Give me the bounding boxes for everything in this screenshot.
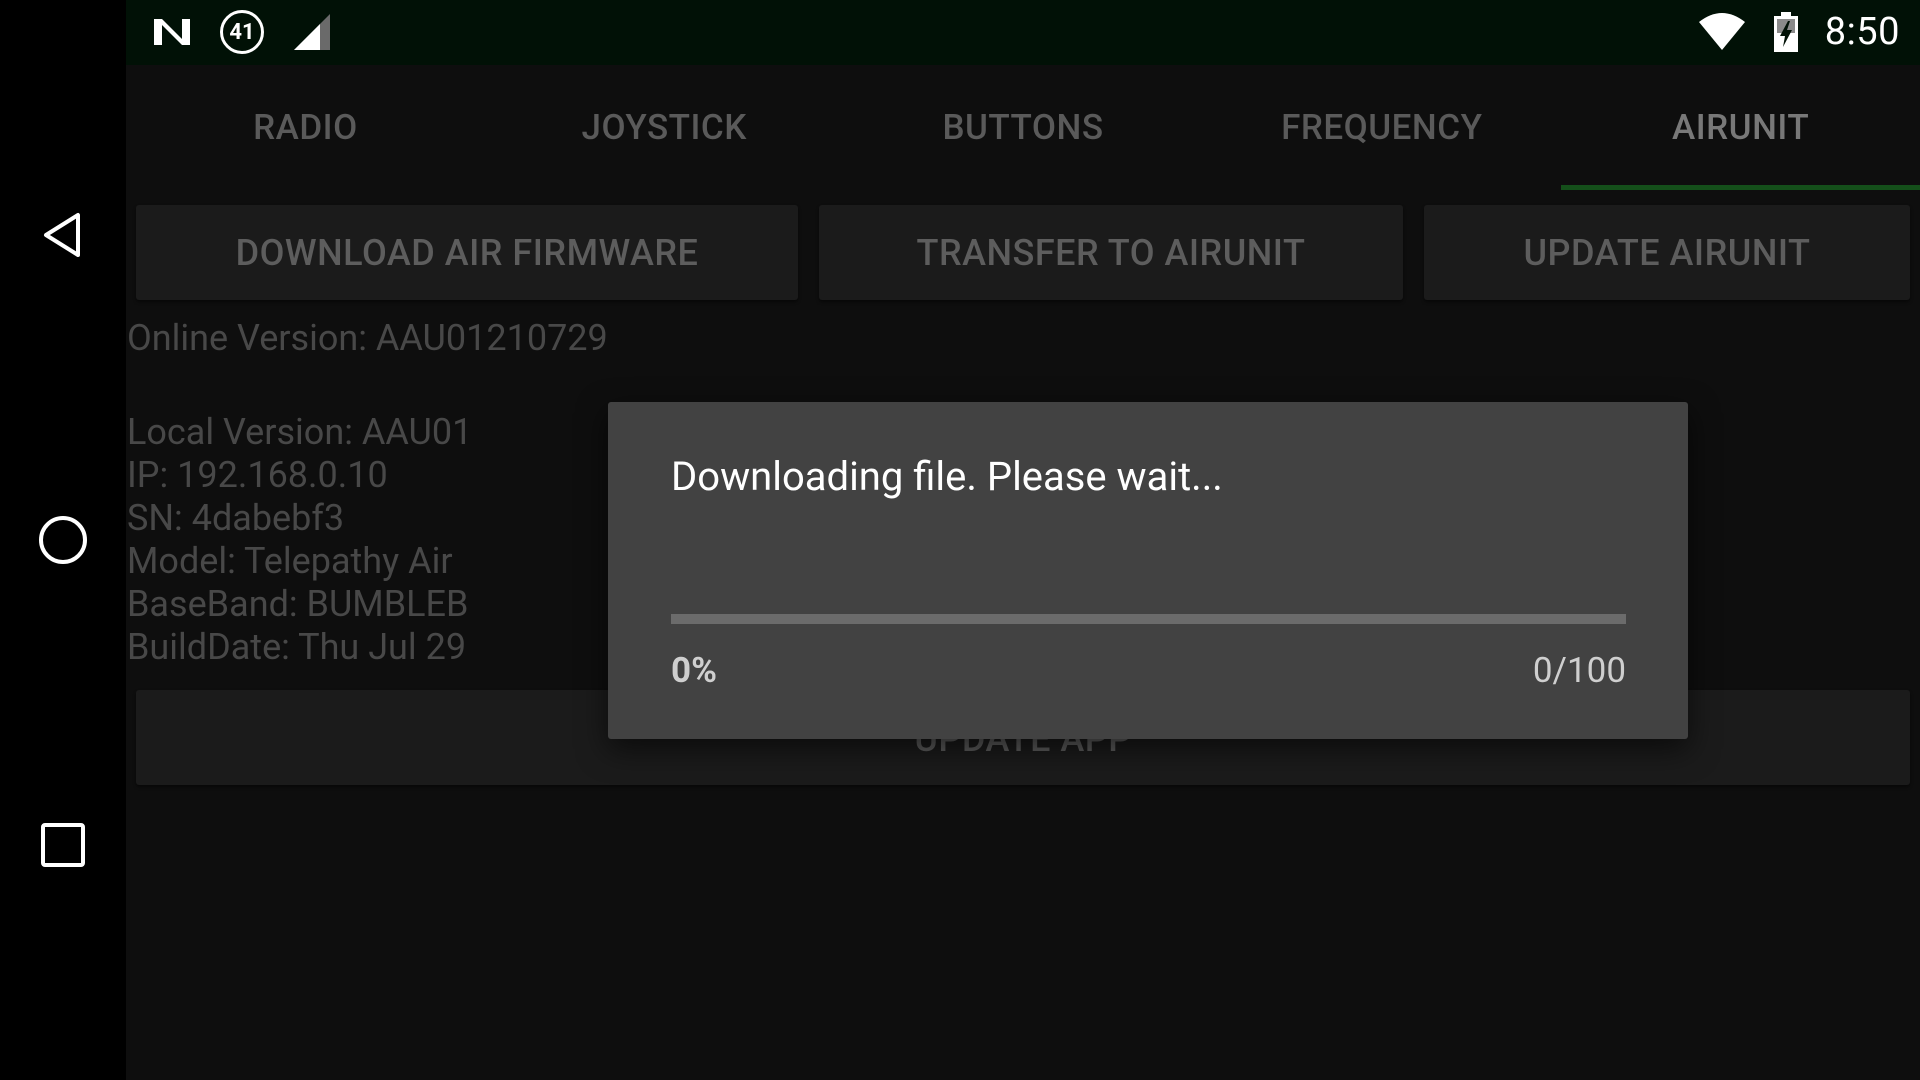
wifi-icon [1698, 13, 1745, 50]
tab-label: RADIO [253, 107, 358, 148]
sn-text: SN: 4dabebf3 [127, 497, 345, 539]
tab-label: JOYSTICK [581, 107, 747, 148]
transfer-to-airunit-button[interactable]: TRANSFER TO AIRUNIT [819, 205, 1403, 300]
tab-joystick[interactable]: JOYSTICK [485, 65, 844, 190]
tab-airunit[interactable]: AIRUNIT [1561, 65, 1920, 190]
back-button[interactable] [0, 190, 126, 280]
download-progress-dialog: Downloading file. Please wait... 0% 0/10… [608, 402, 1688, 739]
n-logo-icon [154, 19, 190, 45]
tab-radio[interactable]: RADIO [126, 65, 485, 190]
notification-count-icon: 41 [220, 10, 264, 54]
baseband-text: BaseBand: BUMBLEB [127, 583, 469, 625]
ip-text: IP: 192.168.0.10 [127, 454, 388, 496]
notification-count-text: 41 [229, 19, 255, 45]
status-bar: 41 8:50 [126, 0, 1920, 65]
back-triangle-icon [44, 213, 80, 257]
download-air-firmware-button[interactable]: DOWNLOAD AIR FIRMWARE [136, 205, 798, 300]
cell-signal-icon [294, 14, 330, 50]
status-bar-left: 41 [152, 8, 332, 56]
dialog-message: Downloading file. Please wait... [671, 453, 1223, 500]
model-text: Model: Telepathy Air [127, 540, 453, 582]
button-label: DOWNLOAD AIR FIRMWARE [235, 231, 699, 274]
tab-label: FREQUENCY [1281, 107, 1483, 148]
home-circle-icon [39, 516, 87, 564]
app-content: RADIO JOYSTICK BUTTONS FREQUENCY AIRUNIT… [126, 65, 1920, 1080]
button-label: TRANSFER TO AIRUNIT [916, 231, 1306, 274]
tab-label: BUTTONS [942, 107, 1104, 148]
progress-percent: 0% [671, 650, 717, 691]
battery-charging-icon [1773, 12, 1798, 52]
online-version-text: Online Version: AAU01210729 [127, 317, 608, 359]
recents-button[interactable] [0, 800, 126, 890]
tab-bar: RADIO JOYSTICK BUTTONS FREQUENCY AIRUNIT [126, 65, 1920, 190]
home-button[interactable] [0, 495, 126, 585]
clock: 8:50 [1824, 10, 1900, 54]
local-version-text: Local Version: AAU01 [127, 411, 473, 453]
tab-frequency[interactable]: FREQUENCY [1202, 65, 1561, 190]
status-bar-right: 8:50 [1697, 8, 1900, 56]
tab-active-indicator [1561, 185, 1920, 190]
progress-count: 0/100 [1532, 650, 1626, 691]
progress-bar [671, 614, 1626, 624]
build-date-text: BuildDate: Thu Jul 29 [127, 626, 467, 668]
update-airunit-button[interactable]: UPDATE AIRUNIT [1424, 205, 1910, 300]
tab-buttons[interactable]: BUTTONS [844, 65, 1203, 190]
recents-square-icon [41, 823, 85, 867]
tab-label: AIRUNIT [1672, 107, 1810, 148]
navigation-bar [0, 0, 126, 1080]
button-label: UPDATE AIRUNIT [1523, 231, 1811, 274]
